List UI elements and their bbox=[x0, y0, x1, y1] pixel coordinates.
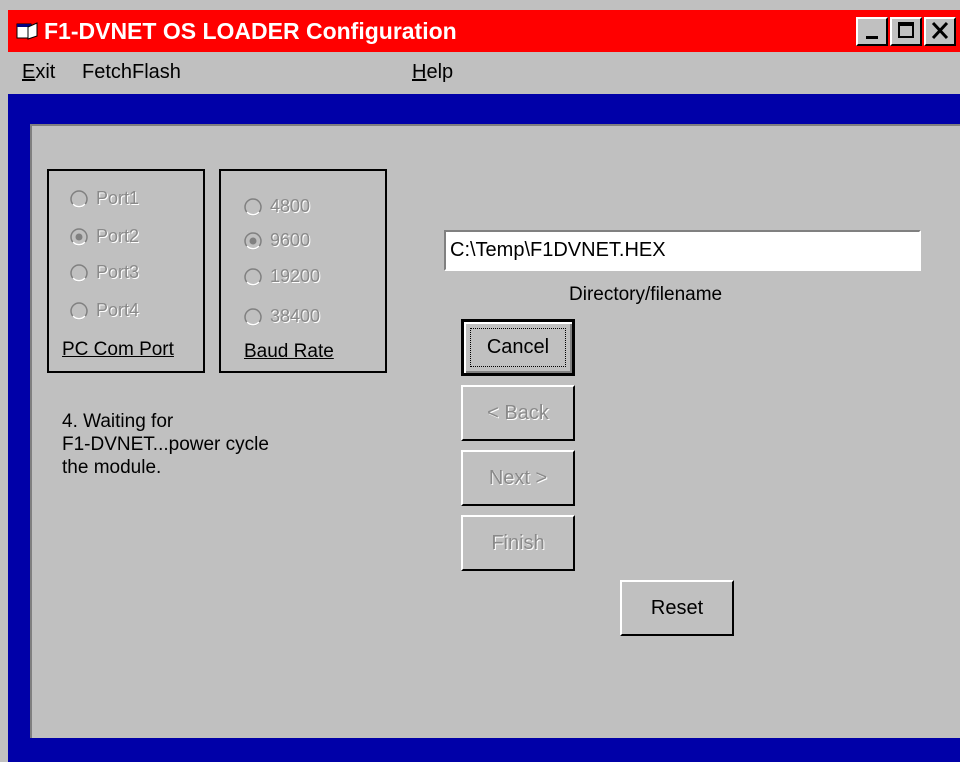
status-line: the module. bbox=[62, 457, 162, 478]
maximize-button[interactable] bbox=[890, 17, 922, 46]
radio-button-icon[interactable] bbox=[70, 190, 88, 208]
radio-label: 38400 bbox=[270, 306, 321, 326]
baud-rate-caption: Baud Rate bbox=[244, 341, 334, 362]
back-button[interactable]: < Back bbox=[461, 385, 575, 441]
close-icon bbox=[931, 21, 949, 40]
reset-button[interactable]: Reset bbox=[620, 580, 734, 636]
status-message: 4. Waiting for F1-DVNET...power cycle th… bbox=[62, 410, 362, 479]
next-button[interactable]: Next > bbox=[461, 450, 575, 506]
menu-exit-label: xit bbox=[35, 61, 56, 83]
menu-exit[interactable]: Exit bbox=[22, 61, 55, 84]
application-window: F1-DVNET OS LOADER Configuration Exit Fe… bbox=[0, 0, 960, 762]
menu-help-label: elp bbox=[426, 61, 454, 83]
maximize-icon bbox=[898, 22, 914, 38]
finish-button[interactable]: Finish bbox=[461, 515, 575, 571]
radio-label: Port4 bbox=[96, 300, 140, 320]
radio-label: Port2 bbox=[96, 226, 140, 246]
filename-input[interactable] bbox=[444, 230, 921, 271]
menu-bar: Exit FetchFlash Help bbox=[8, 52, 960, 94]
minimize-icon bbox=[866, 36, 878, 39]
radio-button-icon[interactable] bbox=[244, 308, 262, 326]
title-bar[interactable]: F1-DVNET OS LOADER Configuration bbox=[8, 10, 960, 52]
radio-button-icon[interactable] bbox=[70, 302, 88, 320]
radio-label: 19200 bbox=[270, 266, 321, 286]
close-button[interactable] bbox=[924, 17, 956, 46]
radio-button-icon[interactable] bbox=[70, 264, 88, 282]
radio-button-icon[interactable] bbox=[244, 268, 262, 286]
radio-label: Port3 bbox=[96, 262, 140, 282]
cancel-button[interactable]: Cancel bbox=[461, 319, 575, 376]
app-icon[interactable] bbox=[16, 22, 38, 40]
radio-label: Port1 bbox=[96, 188, 140, 208]
com-port-caption: PC Com Port bbox=[62, 339, 174, 360]
radio-button-icon[interactable] bbox=[244, 198, 262, 216]
status-line: 4. Waiting for bbox=[62, 411, 174, 432]
radio-label: 9600 bbox=[270, 230, 311, 250]
radio-button-icon[interactable] bbox=[70, 228, 88, 246]
status-line: F1-DVNET...power cycle bbox=[62, 434, 269, 455]
radio-label: 4800 bbox=[270, 196, 311, 216]
minimize-button[interactable] bbox=[856, 17, 888, 46]
radio-button-icon[interactable] bbox=[244, 232, 262, 250]
menu-help[interactable]: Help bbox=[412, 61, 453, 84]
menu-fetchflash[interactable]: FetchFlash bbox=[82, 61, 181, 84]
window-title: F1-DVNET OS LOADER Configuration bbox=[44, 18, 457, 44]
focus-rectangle bbox=[470, 328, 566, 367]
filename-caption: Directory/filename bbox=[569, 284, 723, 305]
